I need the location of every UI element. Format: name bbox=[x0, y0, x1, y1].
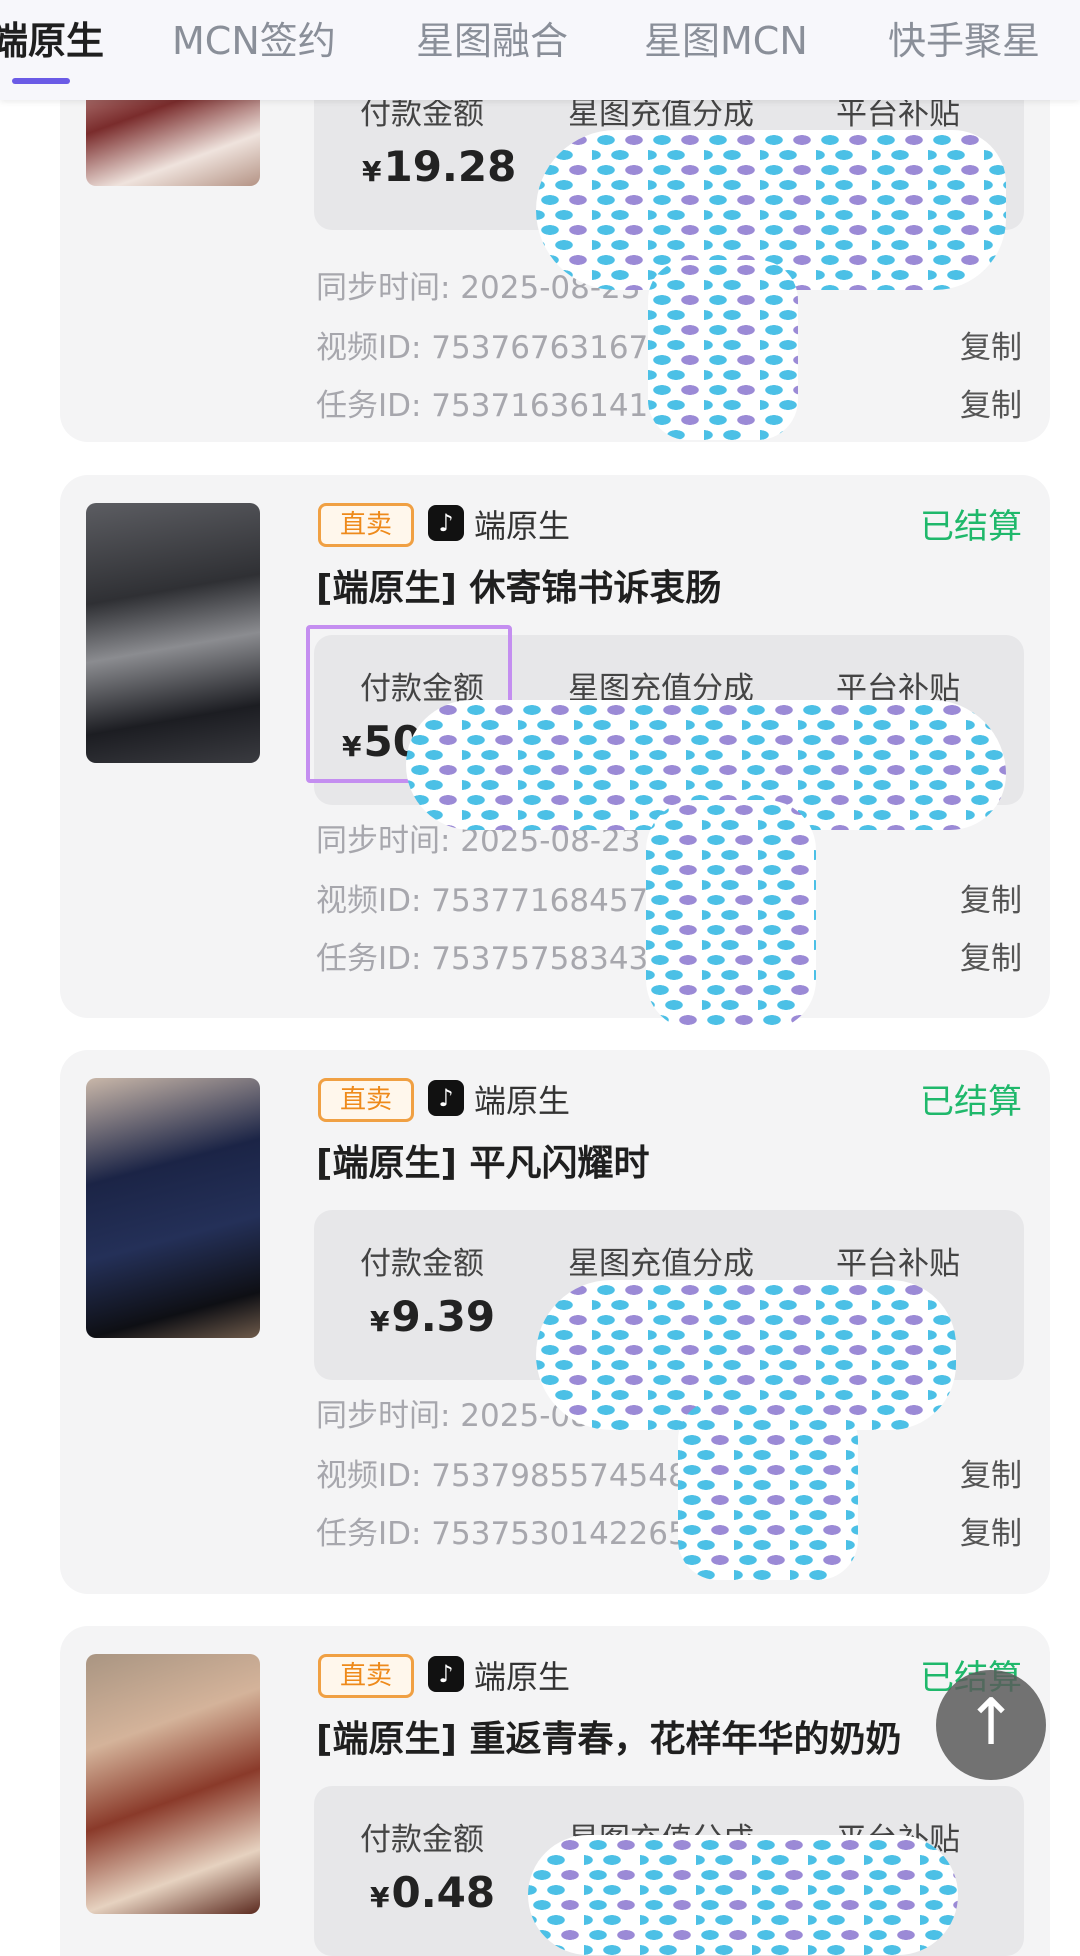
settled-status: 已结算 bbox=[920, 1082, 1022, 1122]
platform-subsidy-label: 平台补贴 bbox=[836, 1246, 960, 1282]
tab-duan-yuansheng[interactable]: 端原生 bbox=[0, 10, 104, 65]
copy-task-id-button[interactable]: 复制 bbox=[960, 1508, 1022, 1553]
tiktok-icon: ♪ bbox=[428, 1080, 464, 1116]
active-tab-indicator bbox=[12, 78, 70, 84]
tab-xingtu-mcn[interactable]: 星图MCN bbox=[644, 10, 808, 65]
task-id: 任务ID: 7537575834398 bbox=[316, 941, 688, 977]
task-id: 任务ID: 7537163614118 bbox=[316, 388, 688, 424]
video-id: 视频ID: 7537985574548 bbox=[316, 1458, 688, 1494]
copy-video-id-button[interactable]: 复制 bbox=[960, 875, 1022, 920]
video-id: 视频ID: 7537676316766 bbox=[316, 330, 688, 366]
tab-mcn-signing[interactable]: MCN签约 bbox=[172, 10, 336, 65]
pay-amount-value: ¥9.39 bbox=[370, 1292, 496, 1341]
redaction-mask bbox=[646, 800, 816, 1030]
direct-sale-tag: 直卖 bbox=[318, 503, 414, 547]
channel-name: 端原生 bbox=[474, 507, 571, 545]
pay-amount-value: ¥0.48 bbox=[370, 1868, 496, 1917]
tiktok-icon: ♪ bbox=[428, 505, 464, 541]
drama-title: [端原生] 重返青春，花样年华的奶奶 bbox=[316, 1719, 902, 1760]
pay-amount-value: ¥19.28 bbox=[362, 142, 517, 191]
pay-amount-label: 付款金额 bbox=[360, 100, 484, 132]
order-list: 付款金额 星图充值分成 平台补贴 ¥19.28 同步时间: 2025-08-23… bbox=[28, 100, 1052, 1956]
recharge-share-label: 星图充值分成 bbox=[568, 1246, 754, 1282]
scroll-to-top-button[interactable]: ↑ bbox=[936, 1670, 1046, 1780]
drama-cover-thumbnail[interactable] bbox=[86, 503, 260, 763]
drama-title: [端原生] 平凡闪耀时 bbox=[316, 1143, 650, 1184]
tab-xingtu-fusion[interactable]: 星图融合 bbox=[416, 10, 568, 65]
tiktok-icon: ♪ bbox=[428, 1656, 464, 1692]
task-id: 任务ID: 7537530142265 bbox=[316, 1516, 688, 1552]
copy-task-id-button[interactable]: 复制 bbox=[960, 380, 1022, 425]
drama-cover-thumbnail[interactable] bbox=[86, 100, 260, 186]
direct-sale-tag: 直卖 bbox=[318, 1078, 414, 1122]
copy-video-id-button[interactable]: 复制 bbox=[960, 322, 1022, 367]
recharge-share-label: 星图充值分成 bbox=[568, 100, 754, 132]
video-id: 视频ID: 7537716845751 bbox=[316, 883, 688, 919]
copy-video-id-button[interactable]: 复制 bbox=[960, 1450, 1022, 1495]
channel-name: 端原生 bbox=[474, 1658, 571, 1696]
pay-amount-label: 付款金额 bbox=[360, 1246, 484, 1282]
drama-title: [端原生] 休寄锦书诉衷肠 bbox=[316, 568, 722, 609]
copy-task-id-button[interactable]: 复制 bbox=[960, 933, 1022, 978]
redaction-mask bbox=[648, 260, 798, 440]
settled-status: 已结算 bbox=[920, 507, 1022, 547]
redaction-mask bbox=[678, 1400, 858, 1580]
top-tab-bar: 端原生 MCN签约 星图融合 星图MCN 快手聚星 bbox=[0, 0, 1080, 100]
direct-sale-tag: 直卖 bbox=[318, 1654, 414, 1698]
channel-name: 端原生 bbox=[474, 1082, 571, 1120]
drama-cover-thumbnail[interactable] bbox=[86, 1654, 260, 1914]
pay-amount-label: 付款金额 bbox=[360, 1822, 484, 1858]
tab-kuaishou-juxing[interactable]: 快手聚星 bbox=[888, 10, 1040, 65]
drama-cover-thumbnail[interactable] bbox=[86, 1078, 260, 1338]
redaction-mask bbox=[528, 1835, 958, 1955]
platform-subsidy-label: 平台补贴 bbox=[836, 100, 960, 132]
